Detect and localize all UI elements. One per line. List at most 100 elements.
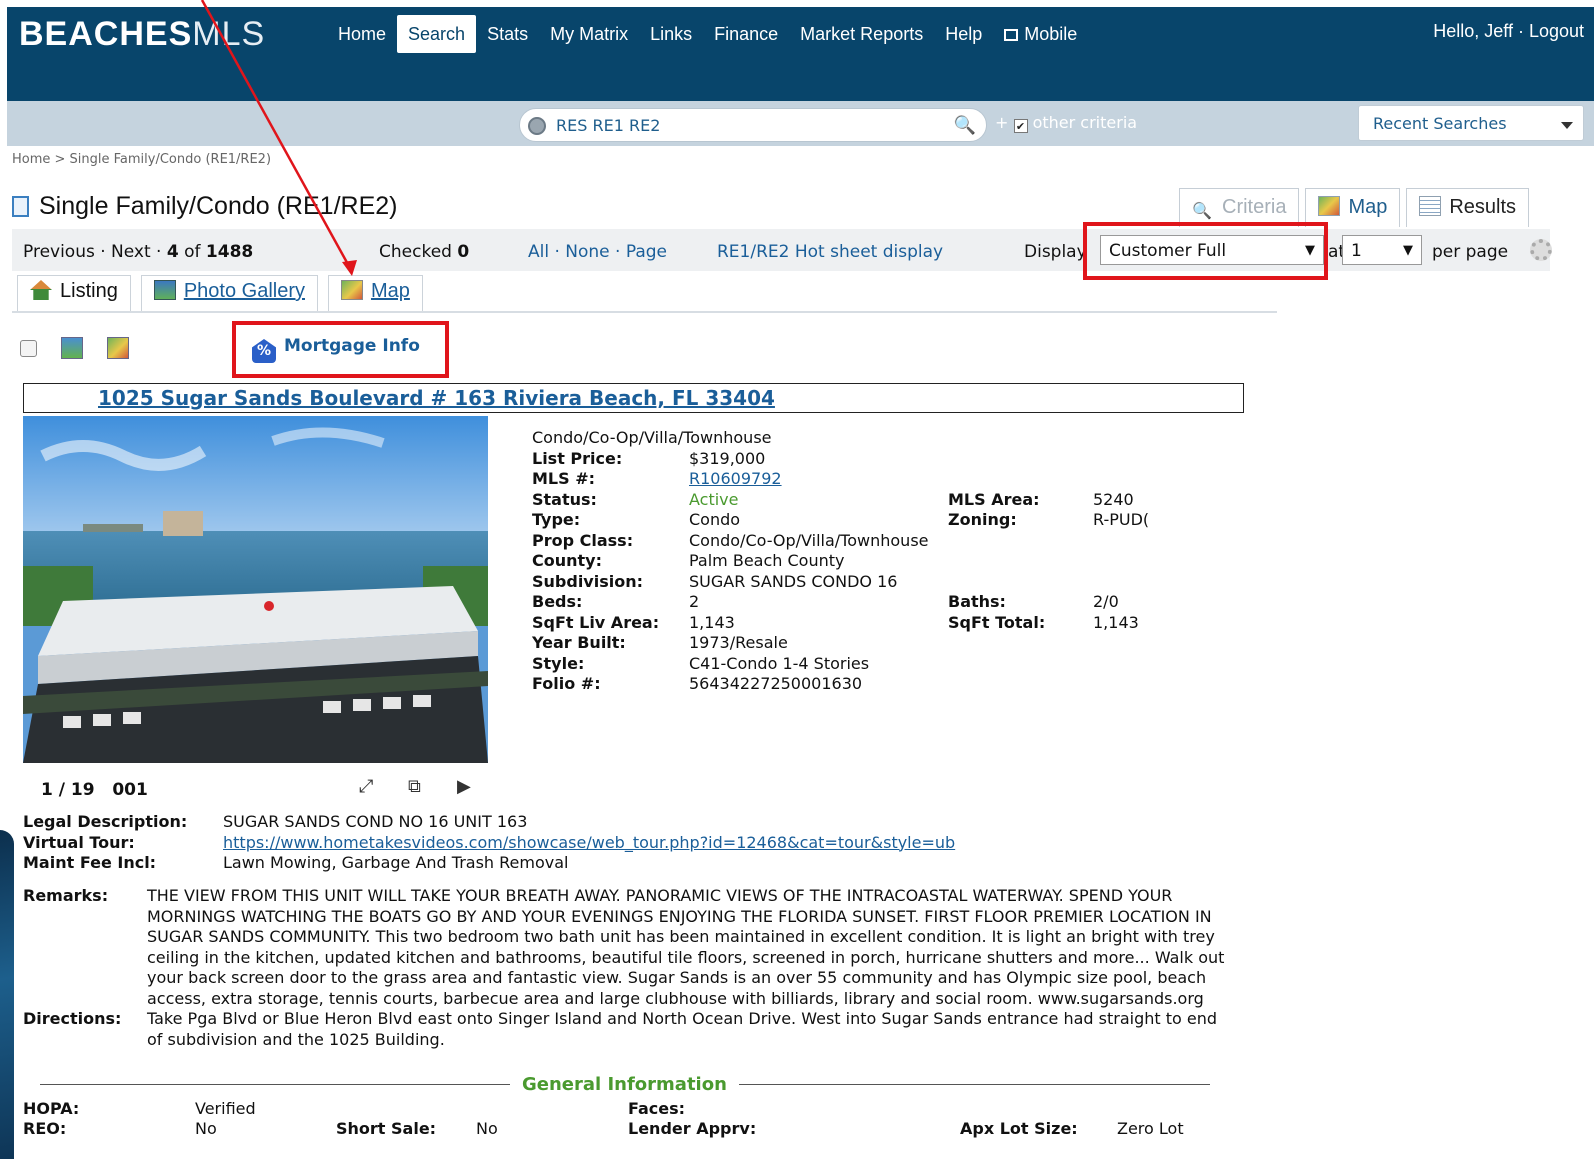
address-header: 1025 Sugar Sands Boulevard # 163 Riviera…: [23, 383, 1244, 413]
nav-my-matrix[interactable]: My Matrix: [539, 15, 639, 53]
field-label: Zoning:: [948, 510, 1017, 529]
field-label: Status:: [532, 489, 597, 509]
tab-photo-gallery[interactable]: Photo Gallery: [140, 275, 318, 311]
nav-search[interactable]: Search: [397, 15, 477, 53]
display-label: Display: [1024, 242, 1087, 262]
tab-listing-map-label[interactable]: Map: [371, 280, 410, 302]
left-swoosh: [0, 830, 14, 1159]
other-criteria-checkbox[interactable]: ✔: [1013, 119, 1028, 133]
tab-results-label: Results: [1449, 196, 1517, 218]
field-value: C41-Condo 1-4 Stories: [689, 653, 870, 673]
tab-results[interactable]: Results: [1406, 188, 1530, 227]
nav-mobile[interactable]: Mobile: [993, 15, 1088, 53]
reo-value: No: [195, 1119, 217, 1138]
per-page-value: 1: [1351, 241, 1362, 261]
breadcrumb[interactable]: Home > Single Family/Condo (RE1/RE2): [12, 152, 271, 167]
main-nav: Home Search Stats My Matrix Links Financ…: [327, 15, 1088, 53]
field-value: 5240: [1093, 489, 1134, 509]
nav-help[interactable]: Help: [934, 15, 993, 53]
per-page-select[interactable]: 1 ▼: [1342, 235, 1422, 265]
general-info-title: General Information: [510, 1074, 739, 1095]
field-value: $319,000: [689, 448, 766, 468]
field-value: 1,143: [689, 612, 735, 632]
field-label: Prop Class:: [532, 530, 634, 550]
display-highlight-box: [1083, 222, 1328, 280]
recent-searches-label: Recent Searches: [1373, 114, 1507, 133]
document-icon: [12, 196, 29, 217]
map-icon: [1318, 196, 1341, 216]
legal-label: Legal Description:: [23, 812, 188, 831]
popout-icon[interactable]: ⧉: [408, 776, 421, 797]
remarks-label: Remarks:: [23, 886, 109, 905]
left-decoration: [0, 0, 14, 1159]
fullscreen-icon[interactable]: ⤢: [359, 776, 373, 797]
tab-listing[interactable]: Listing: [17, 275, 131, 311]
pager[interactable]: Previous · Next · 4 of 1488: [23, 242, 253, 262]
directions-text: Take Pga Blvd or Blue Heron Blvd east on…: [147, 1009, 1218, 1049]
logo-thin-text: MLS: [192, 15, 266, 53]
speedbar-input[interactable]: RES RE1 RE2 🔍: [519, 108, 987, 142]
tab-listing-map[interactable]: Map: [327, 275, 423, 311]
field-value: 1973/Resale: [689, 633, 788, 652]
field-label: Style:: [532, 653, 585, 673]
short-sale-value: No: [476, 1119, 498, 1138]
brand-logo[interactable]: BEACHESMLS: [19, 15, 265, 54]
nav-mobile-label: Mobile: [1024, 24, 1078, 44]
nav-links[interactable]: Links: [639, 15, 703, 53]
page-title-text: Single Family/Condo (RE1/RE2): [39, 192, 398, 220]
field-label: Subdivision:: [532, 571, 644, 591]
select-all-none-page[interactable]: All · None · Page: [528, 242, 667, 262]
nav-finance[interactable]: Finance: [703, 15, 789, 53]
mortgage-highlight-box: [232, 321, 449, 378]
search-icon[interactable]: 🔍: [954, 115, 976, 136]
mls-number-link[interactable]: R10609792: [689, 469, 782, 490]
tab-photo-gallery-label[interactable]: Photo Gallery: [184, 280, 305, 302]
hopa-value: Verified: [195, 1099, 256, 1118]
listing-select-checkbox[interactable]: [20, 339, 37, 357]
recent-searches-dropdown[interactable]: Recent Searches: [1358, 105, 1584, 141]
nav-home[interactable]: Home: [327, 15, 397, 53]
hotsheet-link[interactable]: RE1/RE2 Hot sheet display: [717, 242, 943, 262]
photo-counter: 1 / 19 001: [41, 780, 148, 800]
field-label: Folio #:: [532, 674, 601, 693]
directions-label: Directions:: [23, 1009, 122, 1028]
of-label: of: [184, 242, 201, 262]
legal-row: Legal Description: SUGAR SANDS COND NO 16…: [23, 812, 527, 833]
checked-label: Checked: [379, 242, 452, 262]
checked-count: 0: [457, 242, 470, 262]
results-grid-icon: [1419, 196, 1442, 216]
virtual-tour-link[interactable]: https://www.hometakesvideos.com/showcase…: [223, 833, 955, 854]
add-photo-icon[interactable]: [61, 337, 83, 359]
field-value: 2: [689, 592, 700, 611]
speedbar-help-icon[interactable]: [528, 117, 546, 135]
app-root: { "brand": {"logo_bold": "BEACHES", "log…: [0, 0, 1594, 1159]
user-greeting-logout[interactable]: Hello, Jeff · Logout: [1433, 21, 1584, 42]
photo-code: 001: [112, 780, 148, 800]
hopa-label: HOPA:: [23, 1099, 80, 1118]
field-label: SqFt Liv Area:: [532, 612, 660, 632]
property-category: Condo/Co-Op/Villa/Townhouse: [532, 428, 772, 447]
current-position: 4: [166, 242, 179, 262]
field-value: Condo/Co-Op/Villa/Townhouse: [689, 530, 929, 550]
listing-photo-image: [23, 416, 488, 763]
field-value: 1,143: [1093, 612, 1139, 632]
status-badge: Active: [689, 489, 739, 509]
short-sale-label: Short Sale:: [336, 1119, 437, 1138]
field-label: MLS #:: [532, 469, 596, 488]
maint-fee-row: Maint Fee Incl: Lawn Mowing, Garbage And …: [23, 853, 568, 874]
listing-address-link[interactable]: 1025 Sugar Sands Boulevard # 163 Riviera…: [98, 386, 775, 410]
nav-stats[interactable]: Stats: [476, 15, 539, 53]
prev-next-links[interactable]: Previous · Next ·: [23, 242, 161, 262]
tab-criteria-label: Criteria: [1222, 196, 1287, 218]
nav-market-reports[interactable]: Market Reports: [789, 15, 934, 53]
logo-bold-text: BEACHES: [19, 15, 193, 53]
listing-photo[interactable]: [23, 416, 488, 763]
field-value: SUGAR SANDS CONDO 16: [689, 571, 898, 591]
play-icon[interactable]: ▶: [457, 776, 471, 797]
other-criteria-toggle[interactable]: + ✔ other criteria: [995, 113, 1137, 133]
tabs-divider: [12, 311, 1277, 313]
total-count: 1488: [205, 242, 254, 262]
field-value: R-PUD(: [1093, 510, 1150, 529]
listing-map-icon[interactable]: [107, 337, 129, 359]
gear-icon[interactable]: [1530, 239, 1552, 261]
